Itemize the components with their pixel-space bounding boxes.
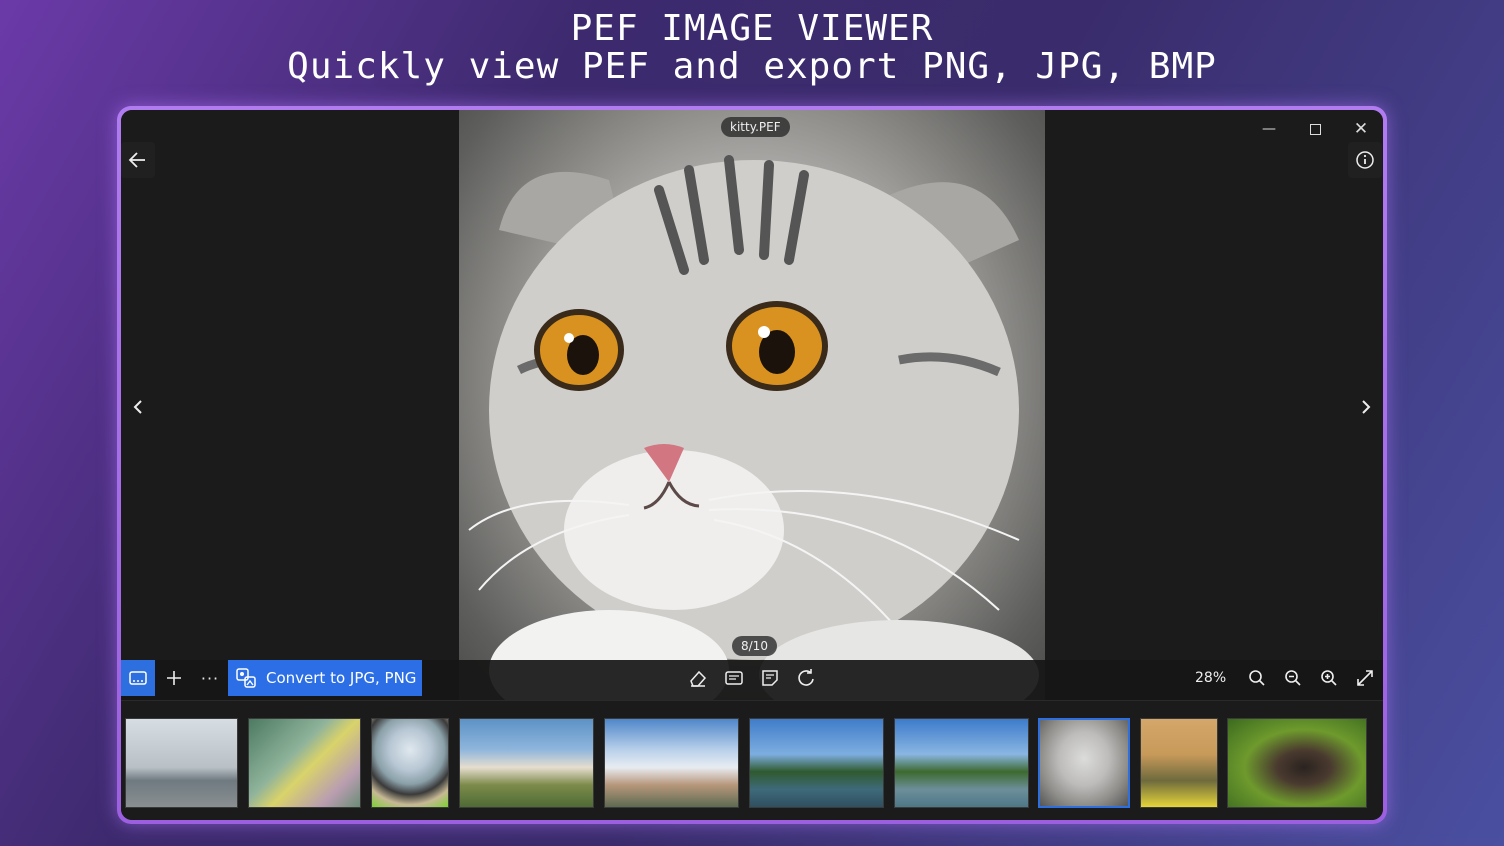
close-icon: ✕: [1353, 119, 1369, 139]
back-button[interactable]: [121, 142, 155, 178]
sticker-icon: [762, 670, 778, 686]
search-button[interactable]: [1240, 660, 1274, 696]
viewer-window: kitty.PEF 8/10 — ✕ ··· Convert to JPG, P…: [121, 110, 1383, 820]
previous-image-button[interactable]: [123, 392, 153, 422]
expand-icon: [1357, 670, 1373, 686]
bottom-toolbar: ··· Convert to JPG, PNG 28%: [121, 660, 1383, 700]
info-icon: [1356, 151, 1374, 169]
thumbnail-2[interactable]: [248, 718, 361, 808]
thumbnail-3[interactable]: [371, 718, 449, 808]
thumbnail-9[interactable]: [1140, 718, 1218, 808]
convert-button-label: Convert to JPG, PNG: [266, 669, 417, 687]
thumbnail-10[interactable]: [1227, 718, 1367, 808]
filmstrip-toggle-button[interactable]: [121, 660, 155, 696]
app-frame: kitty.PEF 8/10 — ✕ ··· Convert to JPG, P…: [117, 106, 1387, 824]
info-button[interactable]: [1348, 142, 1382, 178]
zoom-out-icon: [1285, 670, 1301, 686]
remove-background-button[interactable]: [717, 660, 751, 696]
erase-button[interactable]: [681, 660, 715, 696]
thumbnail-6[interactable]: [749, 718, 884, 808]
banner-subtitle: Quickly view PEF and export PNG, JPG, BM…: [287, 46, 1217, 87]
arrow-left-icon: [128, 152, 145, 168]
plus-icon: [167, 671, 181, 685]
rotate-icon: [798, 669, 814, 686]
convert-image-icon: [236, 668, 256, 688]
rotate-button[interactable]: [789, 660, 823, 696]
image-canvas: kitty.PEF 8/10 — ✕: [121, 110, 1383, 700]
add-button[interactable]: [157, 660, 191, 696]
zoom-in-icon: [1321, 670, 1337, 686]
sticker-button[interactable]: [753, 660, 787, 696]
more-button[interactable]: ···: [193, 660, 227, 696]
thumbnail-8-selected[interactable]: [1038, 718, 1130, 808]
thumbnail-7[interactable]: [894, 718, 1029, 808]
thumbnail-1[interactable]: [125, 718, 238, 808]
more-icon: ···: [200, 668, 220, 688]
fullscreen-button[interactable]: [1348, 660, 1382, 696]
main-photo: [459, 110, 1045, 700]
chevron-left-icon: [133, 400, 142, 414]
file-name-badge: kitty.PEF: [721, 117, 790, 137]
zoom-in-button[interactable]: [1312, 660, 1346, 696]
zoom-level: 28%: [1195, 670, 1227, 686]
eraser-icon: [690, 670, 707, 687]
filmstrip-icon: [129, 671, 147, 685]
filmstrip: [121, 700, 1383, 820]
next-image-button[interactable]: [1351, 392, 1381, 422]
zoom-out-button[interactable]: [1276, 660, 1310, 696]
chevron-right-icon: [1362, 400, 1371, 414]
convert-button[interactable]: Convert to JPG, PNG: [228, 660, 422, 696]
minimize-icon: —: [1262, 121, 1276, 137]
thumbnail-5[interactable]: [604, 718, 739, 808]
image-counter: 8/10: [732, 636, 777, 656]
minimize-button[interactable]: —: [1246, 116, 1292, 142]
search-icon: [1249, 670, 1265, 686]
maximize-button[interactable]: [1292, 116, 1338, 142]
thumbnail-4[interactable]: [459, 718, 594, 808]
close-button[interactable]: ✕: [1338, 116, 1383, 142]
banner-title: PEF IMAGE VIEWER: [570, 8, 934, 49]
image-edit-icon: [725, 671, 743, 685]
maximize-icon: [1309, 123, 1321, 135]
